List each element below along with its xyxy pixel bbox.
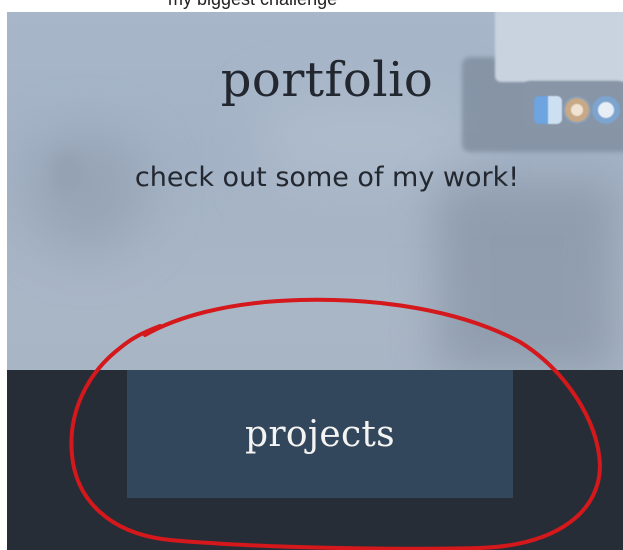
screenshot: my biggest challenge portfolio check out… — [0, 0, 623, 550]
hero-section: portfolio check out some of my work! — [7, 12, 623, 370]
cropped-heading-text: my biggest challenge — [168, 0, 337, 10]
page-title: portfolio — [220, 52, 434, 108]
page-subtitle: check out some of my work! — [134, 162, 520, 193]
background-blur — [437, 182, 617, 370]
cropped-top-strip: my biggest challenge — [0, 0, 623, 12]
projects-button[interactable]: projects — [127, 370, 513, 498]
